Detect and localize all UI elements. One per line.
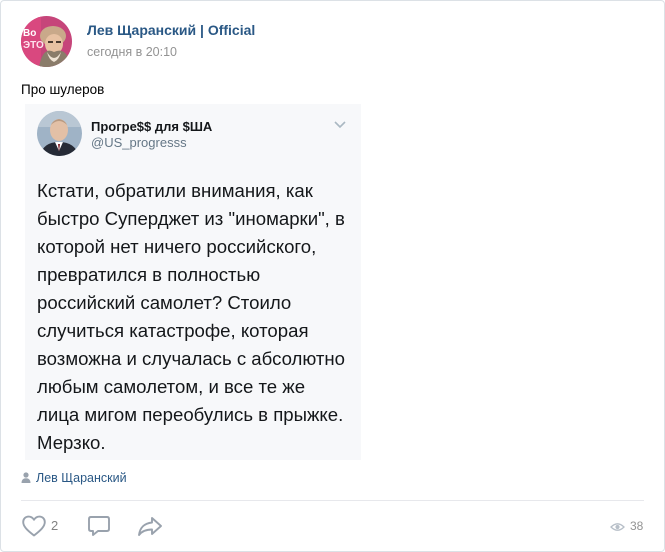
like-count[interactable]: 2 <box>51 518 58 533</box>
comment-icon <box>88 516 110 536</box>
eye-icon <box>610 523 625 531</box>
tweet-handle: @US_progresss <box>91 135 187 150</box>
divider <box>21 500 644 501</box>
share-button[interactable] <box>136 514 164 543</box>
author-name[interactable]: Лев Щаранский | Official <box>87 22 255 38</box>
tweet-avatar-image <box>37 111 82 156</box>
signer-name: Лев Щаранский <box>36 471 127 485</box>
embedded-tweet-image[interactable]: Прогре$$ для $ША @US_progresss Кстати, о… <box>25 104 361 460</box>
post-text: Про шулеров <box>21 82 105 97</box>
tweet-author-avatar <box>37 111 82 156</box>
user-icon <box>21 472 31 483</box>
author-avatar-image: Во ЭТО <box>21 16 72 67</box>
tweet-text: Кстати, обратили внимания, как быстро Су… <box>37 180 346 453</box>
heart-icon <box>22 515 46 537</box>
share-icon <box>138 517 162 536</box>
wall-post: Во ЭТО Лев Щаранский | Official сегодня … <box>0 0 665 552</box>
views-count: 38 <box>630 519 644 533</box>
author-avatar[interactable]: Во ЭТО <box>21 16 72 67</box>
svg-text:ЭТО: ЭТО <box>23 40 44 51</box>
views-counter: 38 <box>610 519 643 533</box>
tweet-display-name: Прогре$$ для $ША <box>91 119 213 134</box>
post-date[interactable]: сегодня в 20:10 <box>87 45 177 59</box>
comment-button[interactable] <box>87 514 111 543</box>
chevron-down-icon <box>334 121 346 129</box>
svg-text:Во: Во <box>23 28 36 39</box>
post-signer[interactable]: Лев Щаранский <box>21 471 127 485</box>
like-button[interactable] <box>21 514 47 543</box>
